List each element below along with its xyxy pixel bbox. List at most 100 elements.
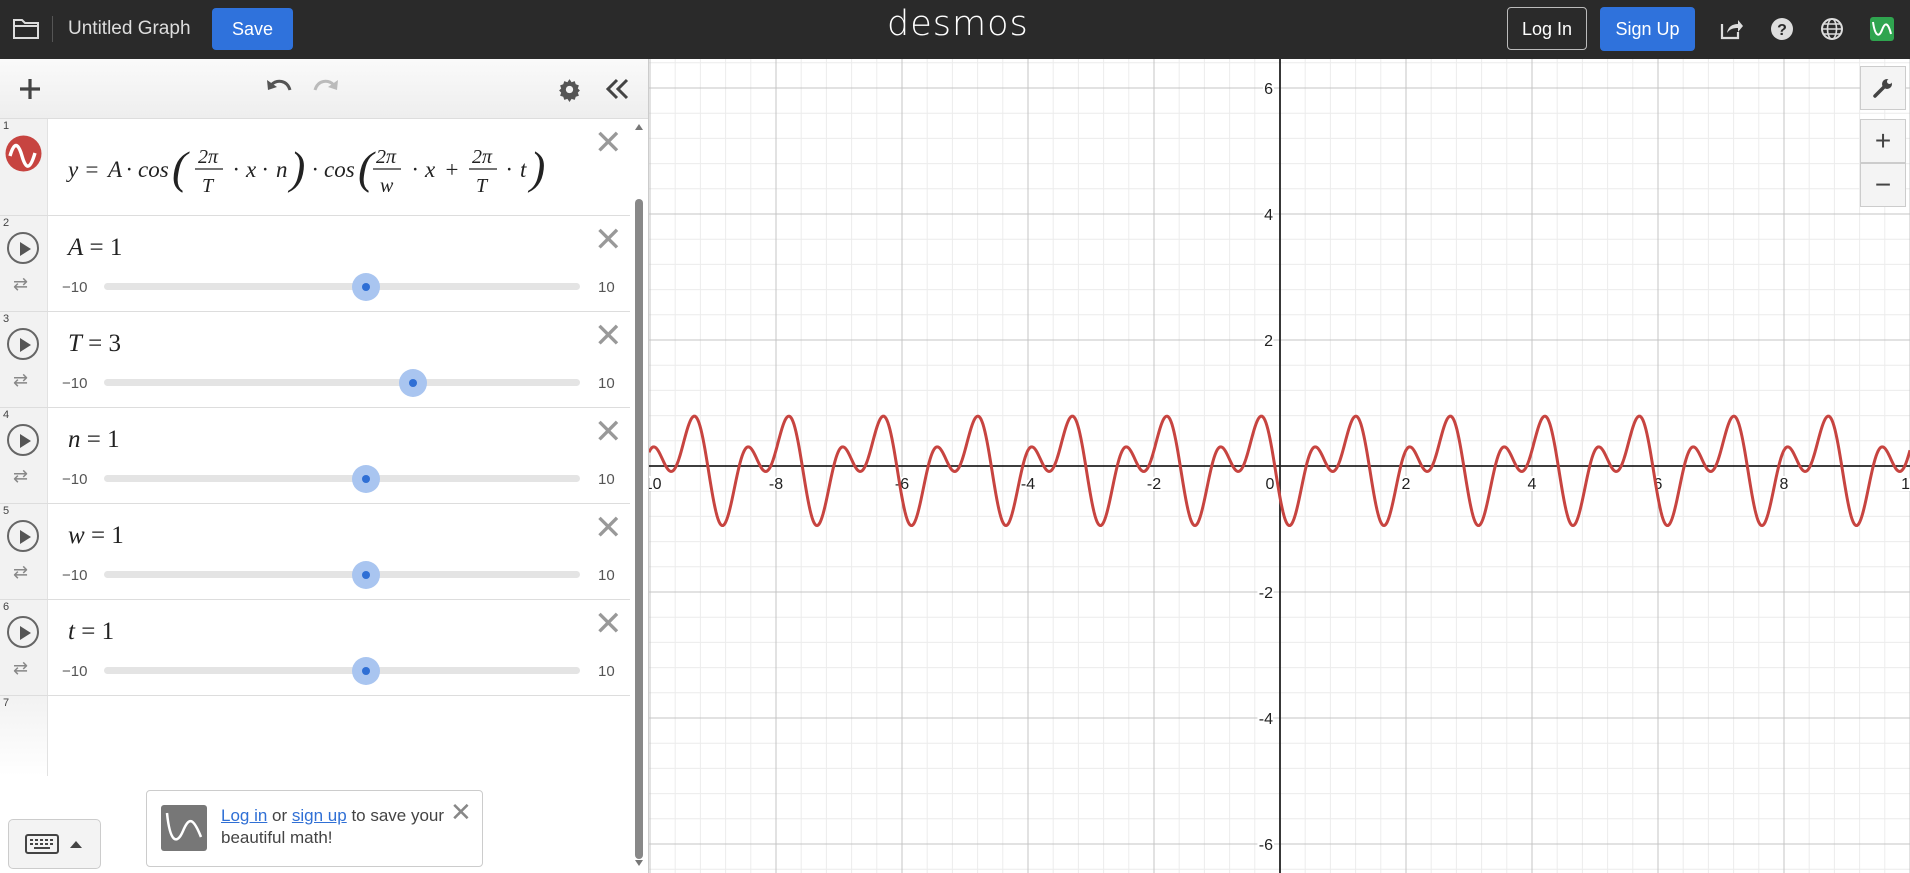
slider-track[interactable] [104, 571, 580, 578]
play-slider-icon[interactable] [7, 232, 39, 264]
slider-thumb[interactable] [351, 657, 380, 685]
delete-expression-icon[interactable]: ✕ [594, 223, 623, 257]
redo-icon[interactable] [312, 77, 340, 99]
delete-expression-icon[interactable]: ✕ [594, 607, 623, 641]
svg-text:·: · [126, 157, 132, 182]
expression-gutter: 2 ⇄ [0, 216, 48, 311]
play-slider-icon[interactable] [7, 328, 39, 360]
svg-text:x: x [245, 157, 257, 182]
scroll-up-arrow-icon[interactable] [634, 123, 644, 131]
delete-expression-icon[interactable]: ✕ [594, 319, 623, 353]
keyboard-toggle-button[interactable] [8, 819, 101, 869]
slider-max[interactable]: 10 [598, 279, 615, 296]
globe-icon[interactable] [1819, 16, 1845, 42]
play-slider-icon[interactable] [7, 424, 39, 456]
expression-item-2[interactable]: 2 ⇄ A = 1 −10 10 ✕ [0, 216, 630, 312]
slider-thumb[interactable] [351, 561, 380, 589]
close-toast-icon[interactable]: ✕ [450, 797, 472, 828]
slider-max[interactable]: 10 [598, 567, 615, 584]
delete-expression-icon[interactable]: ✕ [594, 511, 623, 545]
slider-equation[interactable]: A = 1 [68, 234, 122, 262]
loop-mode-icon[interactable]: ⇄ [13, 466, 28, 487]
zoom-in-button[interactable]: + [1860, 119, 1906, 163]
x-tick-label: -2 [1147, 476, 1161, 493]
play-slider-icon[interactable] [7, 520, 39, 552]
slider-value: 1 [101, 618, 115, 645]
expression-item-4[interactable]: 4 ⇄ n = 1 −10 10 ✕ [0, 408, 630, 504]
graph-color-icon[interactable] [5, 135, 42, 172]
slider-thumb[interactable] [351, 273, 380, 301]
slider-min[interactable]: −10 [62, 663, 87, 680]
expression-gutter: 6 ⇄ [0, 600, 48, 695]
slider-equation[interactable]: w = 1 [68, 522, 124, 550]
svg-text:2π: 2π [472, 146, 493, 168]
slider-value: 1 [111, 522, 124, 549]
x-tick-label: 0 [1266, 476, 1275, 493]
zoom-out-button[interactable]: − [1860, 163, 1906, 207]
slider-min[interactable]: −10 [62, 375, 87, 392]
scroll-down-arrow-icon[interactable] [634, 859, 644, 867]
expression-item-1[interactable]: 1 y = A · cos ( 2π T · x · n) · cos (2… [0, 119, 630, 216]
slider-equation[interactable]: n = 1 [68, 426, 120, 454]
signup-link[interactable]: sign up [292, 806, 347, 825]
slider-equation[interactable]: t = 1 [68, 618, 114, 646]
graph-settings-button[interactable] [1860, 66, 1906, 110]
help-icon[interactable]: ? [1769, 16, 1795, 42]
expression-formula[interactable]: y = A · cos ( 2π T · x · n ) · cos (2π … [66, 141, 568, 206]
expression-number: 7 [3, 697, 10, 709]
expression-item-5[interactable]: 5 ⇄ w = 1 −10 10 ✕ [0, 504, 630, 600]
svg-text:+: + [444, 157, 460, 182]
add-icon[interactable] [18, 77, 42, 101]
slider-max[interactable]: 10 [598, 471, 615, 488]
slider-value: 3 [108, 330, 122, 357]
save-button[interactable]: Save [212, 8, 293, 50]
folder-icon[interactable] [12, 16, 40, 40]
slider-track[interactable] [104, 379, 580, 386]
expression-gutter: 1 [0, 119, 48, 215]
y-axis-labels: 6 4 2 -2 -4 -6 [1257, 79, 1275, 856]
loop-mode-icon[interactable]: ⇄ [13, 274, 28, 295]
login-link[interactable]: Log in [221, 806, 267, 825]
loop-mode-icon[interactable]: ⇄ [13, 562, 28, 583]
expression-scrollbar[interactable] [635, 199, 643, 859]
delete-expression-icon[interactable]: ✕ [594, 415, 623, 449]
svg-text:·: · [233, 157, 239, 182]
delete-expression-icon[interactable]: ✕ [594, 126, 623, 160]
slider-equation[interactable]: T = 3 [68, 330, 121, 358]
expression-item-3[interactable]: 3 ⇄ T = 3 −10 10 ✕ [0, 312, 630, 408]
svg-text:·: · [312, 157, 318, 182]
graph-canvas[interactable]: -10 -8 -6 -4 -2 0 2 4 6 8 10 6 4 2 -2 -4 -6 [649, 59, 1910, 873]
slider-min[interactable]: −10 [62, 567, 87, 584]
slider-thumb[interactable] [399, 369, 428, 397]
slider-variable: w [68, 522, 85, 549]
slider-track[interactable] [104, 475, 580, 482]
desmos-brand-icon[interactable] [1869, 16, 1895, 42]
undo-icon[interactable] [265, 77, 293, 99]
slider-min[interactable]: −10 [62, 279, 87, 296]
slider-max[interactable]: 10 [598, 375, 615, 392]
loop-mode-icon[interactable]: ⇄ [13, 658, 28, 679]
expression-number: 6 [3, 601, 10, 613]
collapse-panel-icon[interactable] [605, 77, 631, 101]
wrench-icon [1873, 79, 1892, 98]
settings-gear-icon[interactable] [557, 77, 582, 102]
slider-min[interactable]: −10 [62, 471, 87, 488]
graph-title[interactable]: Untitled Graph [68, 18, 191, 40]
expression-item-7[interactable]: 7 [0, 696, 630, 776]
slider-track[interactable] [104, 283, 580, 290]
loop-mode-icon[interactable]: ⇄ [13, 370, 28, 391]
slider-track[interactable] [104, 667, 580, 674]
play-slider-icon[interactable] [7, 616, 39, 648]
x-tick-label: 4 [1528, 476, 1537, 493]
svg-text:·: · [412, 157, 418, 182]
svg-text:(: ( [358, 142, 376, 193]
slider-max[interactable]: 10 [598, 663, 615, 680]
y-tick-label: -4 [1259, 711, 1273, 728]
expression-item-6[interactable]: 6 ⇄ t = 1 −10 10 ✕ [0, 600, 630, 696]
share-icon[interactable] [1718, 16, 1744, 42]
signup-button[interactable]: Sign Up [1600, 7, 1695, 51]
svg-text:t: t [520, 157, 527, 182]
svg-text:): ) [527, 142, 545, 193]
login-button[interactable]: Log In [1507, 7, 1587, 50]
slider-thumb[interactable] [351, 465, 380, 493]
